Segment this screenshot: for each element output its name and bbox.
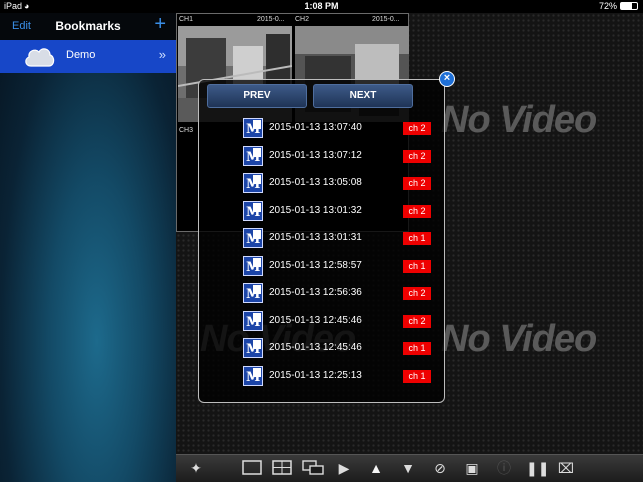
sidebar-item-demo[interactable]: Demo »	[0, 40, 176, 73]
list-item[interactable]: M 2015-01-13 13:01:32 ch 2	[243, 199, 433, 225]
quad-view-icon[interactable]	[272, 460, 292, 477]
list-item[interactable]: M 2015-01-13 12:45:46 ch 2	[243, 309, 433, 335]
battery-percent: 72%	[598, 1, 617, 11]
list-item[interactable]: M 2015-01-13 12:56:36 ch 2	[243, 281, 433, 307]
next-button[interactable]: NEXT	[313, 84, 413, 108]
list-item[interactable]: M 2015-01-13 13:07:12 ch 2	[243, 144, 433, 170]
event-timestamp: 2015-01-13 12:25:13	[269, 369, 362, 381]
play-icon[interactable]: ▶	[336, 460, 352, 477]
list-item[interactable]: M 2015-01-13 13:07:40 ch 2	[243, 116, 433, 142]
event-timestamp: 2015-01-13 13:07:40	[269, 122, 362, 133]
motion-icon: M	[243, 283, 263, 303]
channel-badge: ch 2	[403, 287, 431, 300]
cloud-icon	[25, 48, 55, 67]
camera-date-label: 2015-0...	[257, 16, 285, 23]
channel-badge: ch 1	[403, 232, 431, 245]
channel-badge: ch 1	[403, 259, 431, 273]
prev-button[interactable]: PREV	[207, 84, 307, 108]
event-timestamp: 2015-01-13 13:05:08	[269, 177, 362, 188]
channel-badge: ch 2	[403, 149, 431, 163]
motion-icon: M	[243, 255, 263, 276]
list-item[interactable]: M 2015-01-13 13:05:08 ch 2	[243, 171, 433, 197]
sequence-view-icon[interactable]	[302, 460, 324, 477]
channel-badge: ch 1	[403, 342, 431, 355]
bottom-toolbar: ✦ ▶ ▲ ▼ ⊘ ▣ ⓘ ❚❚ ⌧	[176, 454, 643, 482]
pause-icon[interactable]: ❚❚	[526, 460, 549, 477]
dome-camera-icon[interactable]: ▼	[398, 460, 418, 477]
channel-badge: ch 2	[403, 314, 431, 328]
sidebar-header: Edit Bookmarks +	[0, 13, 176, 40]
sidebar-item-label: Demo	[66, 49, 96, 61]
camera-channel-label: CH1	[179, 16, 194, 23]
camera-channel-label: CH3	[179, 127, 194, 134]
bookmarks-sidebar: Edit Bookmarks + Demo »	[0, 13, 176, 482]
snapshot-icon[interactable]: ▣	[462, 460, 482, 477]
info-icon[interactable]: ⓘ	[494, 460, 514, 477]
list-item[interactable]: M 2015-01-13 12:45:46 ch 1	[243, 336, 433, 362]
camera-date-label: 2015-0...	[372, 16, 400, 23]
sidebar-title: Bookmarks	[55, 19, 121, 33]
event-timestamp: 2015-01-13 13:01:31	[269, 232, 362, 243]
disable-icon[interactable]: ⊘	[430, 460, 450, 477]
plus-icon[interactable]: +	[154, 14, 166, 34]
list-item[interactable]: M 2015-01-13 13:01:31 ch 1	[243, 226, 433, 252]
motion-icon: M	[243, 173, 263, 193]
ptz-icon[interactable]: ✦	[186, 460, 206, 477]
channel-badge: ch 2	[403, 122, 431, 135]
no-video-label: No Video	[441, 99, 597, 141]
motion-icon: M	[243, 228, 263, 248]
event-timestamp: 2015-01-13 12:45:46	[269, 342, 362, 353]
camera-channel-label: CH2	[295, 16, 310, 23]
channel-badge: ch 1	[403, 369, 431, 383]
list-item[interactable]: M 2015-01-13 12:58:57 ch 1	[243, 254, 433, 280]
alarm-icon[interactable]: ▲	[366, 460, 386, 477]
event-timestamp: 2015-01-13 12:45:46	[269, 314, 362, 326]
motion-icon: M	[243, 118, 263, 138]
motion-icon: M	[243, 310, 263, 331]
event-timestamp: 2015-01-13 12:58:57	[269, 259, 362, 271]
status-bar: iPad ◕ 1:08 PM 72%	[0, 0, 643, 13]
motion-icon: M	[243, 338, 263, 358]
list-item[interactable]: M 2015-01-13 12:25:13 ch 1	[243, 364, 433, 390]
clock: 1:08 PM	[304, 1, 339, 11]
close-icon[interactable]: ×	[439, 71, 455, 87]
channel-badge: ch 2	[403, 177, 431, 190]
motion-icon: M	[243, 200, 263, 221]
single-view-icon[interactable]	[242, 460, 262, 477]
event-timestamp: 2015-01-13 12:56:36	[269, 287, 362, 298]
channel-badge: ch 2	[403, 204, 431, 218]
event-timestamp: 2015-01-13 13:07:12	[269, 149, 362, 161]
no-video-label: No Video	[441, 318, 597, 360]
battery-icon	[620, 2, 638, 10]
event-timestamp: 2015-01-13 13:01:32	[269, 204, 362, 216]
chevron-right-icon[interactable]: »	[159, 47, 166, 62]
motion-icon: M	[243, 145, 263, 166]
fullscreen-icon[interactable]: ⌧	[556, 460, 576, 477]
motion-icon: M	[243, 365, 263, 386]
